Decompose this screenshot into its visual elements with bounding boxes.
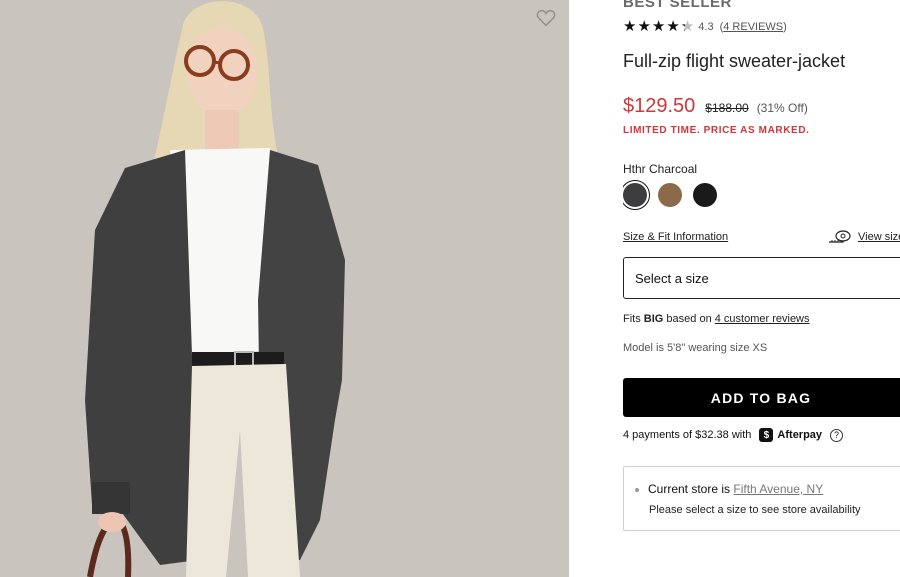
size-select[interactable]: Select a size — [623, 257, 900, 299]
sale-price: $129.50 — [623, 95, 696, 117]
promo-message: LIMITED TIME. PRICE AS MARKED. — [623, 125, 810, 136]
star-full-icon: ★ — [623, 18, 637, 35]
customer-reviews-link[interactable]: 4 customer reviews — [715, 313, 810, 325]
product-title: Full-zip flight sweater-jacket — [623, 51, 846, 71]
bullet-icon — [635, 488, 639, 492]
color-swatch[interactable] — [693, 183, 717, 207]
model-size-note: Model is 5'8" wearing size XS — [623, 342, 768, 354]
wishlist-heart-icon[interactable] — [535, 7, 557, 29]
add-to-bag-button[interactable]: ADD TO BAG — [623, 378, 900, 417]
size-select-placeholder: Select a size — [635, 270, 709, 286]
afterpay-text: 4 payments of $32.38 with — [623, 429, 752, 441]
store-name-link[interactable]: Fifth Avenue, NY — [733, 482, 823, 496]
product-image[interactable] — [0, 0, 569, 577]
color-swatch[interactable] — [658, 183, 682, 207]
fit-mid: based on — [666, 313, 712, 325]
product-details: BEST SELLER ★ ★ ★ ★ ★ 4.3 (4 REVIEWS) Fu… — [623, 0, 900, 577]
selected-color-label: Hthr Charcoal — [623, 162, 698, 176]
price-row: $129.50 $188.00 (31% Off) — [623, 95, 808, 118]
rating-summary: ★ ★ ★ ★ ★ 4.3 (4 REVIEWS) — [623, 19, 787, 35]
best-seller-badge: BEST SELLER — [623, 0, 732, 11]
afterpay-brand: Afterpay — [777, 429, 823, 441]
view-size-label: View size — [858, 231, 900, 243]
reviews-link[interactable]: (4 REVIEWS) — [720, 21, 787, 33]
afterpay-icon: $ — [759, 428, 774, 442]
original-price: $188.00 — [705, 101, 749, 115]
discount-percent: (31% Off) — [756, 101, 808, 115]
store-availability-box: Current store is Fifth Avenue, NY Please… — [623, 466, 900, 531]
measuring-tape-icon — [829, 230, 851, 243]
rating-value: 4.3 — [698, 21, 714, 33]
current-store-label: Current store is — [648, 482, 731, 496]
star-full-icon: ★ — [666, 18, 680, 35]
star-rating: ★ ★ ★ ★ ★ — [623, 19, 694, 35]
star-full-icon: ★ — [651, 18, 666, 35]
color-swatches — [623, 180, 717, 210]
view-size-chart-link[interactable]: View size — [828, 230, 900, 244]
fit-value: BIG — [643, 313, 664, 325]
fit-summary: Fits BIG based on 4 customer reviews — [623, 313, 810, 325]
help-icon[interactable]: ? — [830, 428, 844, 442]
fit-prefix: Fits — [623, 313, 641, 325]
color-swatch[interactable] — [623, 180, 650, 210]
afterpay-message: 4 payments of $32.38 with $ Afterpay ? — [623, 428, 844, 442]
model-photo — [0, 0, 569, 577]
store-availability-note: Please select a size to see store availa… — [649, 504, 861, 516]
star-full-icon: ★ — [637, 18, 651, 35]
size-links-row: Size & Fit Information View size — [623, 230, 900, 248]
size-fit-info-link[interactable]: Size & Fit Information — [623, 231, 728, 243]
star-partial-icon: ★ — [680, 18, 695, 35]
current-store: Current store is Fifth Avenue, NY — [648, 482, 823, 496]
